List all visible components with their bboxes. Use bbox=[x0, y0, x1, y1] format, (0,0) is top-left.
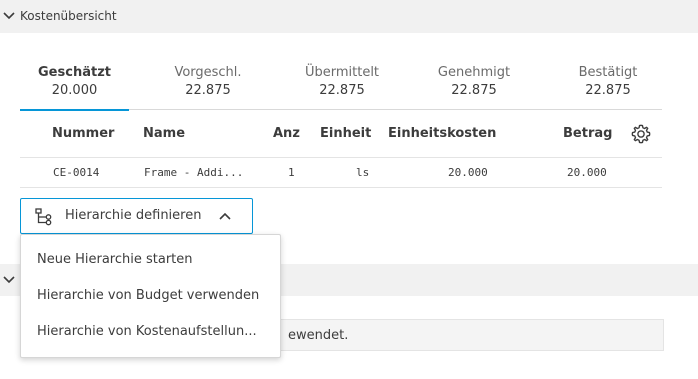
column-header-number[interactable]: Nummer bbox=[52, 126, 114, 141]
tab-label: Vorgeschl. bbox=[174, 65, 242, 80]
tab-value: 22.875 bbox=[185, 83, 231, 98]
define-hierarchy-button[interactable]: Hierarchie definieren bbox=[20, 198, 253, 234]
tab-value: 20.000 bbox=[51, 83, 98, 98]
tab-label: Geschätzt bbox=[38, 65, 111, 80]
menu-item-hierarchy-from-budget[interactable]: Hierarchie von Budget verwenden bbox=[21, 278, 280, 314]
tab-uebermittelt[interactable]: Übermittelt 22.875 bbox=[292, 62, 392, 110]
tab-value: 22.875 bbox=[451, 83, 497, 98]
column-header-name[interactable]: Name bbox=[143, 126, 185, 141]
cost-status-tabs: Geschätzt 20.000 Vorgeschl. 22.875 Überm… bbox=[20, 62, 662, 111]
cell-name: Frame - Addi... bbox=[144, 166, 244, 179]
cell-amount: 20.000 bbox=[567, 166, 607, 179]
tab-value: 22.875 bbox=[585, 83, 631, 98]
column-header-unit-cost[interactable]: Einheitskosten bbox=[388, 126, 496, 141]
tab-vorgeschlagen[interactable]: Vorgeschl. 22.875 bbox=[158, 62, 258, 110]
table-header: Nummer Name Anz Einheit Einheitskosten B… bbox=[20, 110, 662, 158]
tab-geschaetzt[interactable]: Geschätzt 20.000 bbox=[20, 62, 129, 111]
column-header-qty[interactable]: Anz bbox=[273, 126, 300, 141]
cell-unit-cost: 20.000 bbox=[448, 166, 488, 179]
chevron-up-icon bbox=[219, 212, 231, 220]
tab-label: Übermittelt bbox=[304, 65, 380, 80]
column-header-amount[interactable]: Betrag bbox=[563, 126, 612, 141]
column-header-unit[interactable]: Einheit bbox=[320, 126, 371, 141]
chevron-down-icon[interactable] bbox=[3, 275, 15, 285]
gear-icon[interactable] bbox=[630, 123, 652, 145]
info-message-text: ewendet. bbox=[288, 328, 349, 343]
tab-value: 22.875 bbox=[319, 83, 365, 98]
cost-overview-header[interactable]: Kostenübersicht bbox=[0, 0, 698, 33]
chevron-down-icon[interactable] bbox=[3, 11, 15, 21]
tab-label: Genehmigt bbox=[437, 65, 511, 80]
cell-unit: ls bbox=[356, 166, 370, 179]
menu-item-new-hierarchy[interactable]: Neue Hierarchie starten bbox=[21, 242, 280, 278]
cell-number: CE-0014 bbox=[53, 166, 100, 179]
tab-genehmigt[interactable]: Genehmigt 22.875 bbox=[424, 62, 524, 110]
tab-bestaetigt[interactable]: Bestätigt 22.875 bbox=[558, 62, 658, 110]
menu-item-hierarchy-from-cost-breakdown[interactable]: Hierarchie von Kostenaufstellun... bbox=[21, 314, 280, 350]
hierarchy-icon bbox=[35, 208, 52, 226]
cell-qty: 1 bbox=[288, 166, 295, 179]
info-message-box: ewendet. bbox=[230, 319, 664, 351]
table-row[interactable]: CE-0014 Frame - Addi... 1 ls 20.000 20.0… bbox=[20, 158, 662, 188]
hierarchy-dropdown-menu: Neue Hierarchie starten Hierarchie von B… bbox=[20, 234, 281, 358]
define-hierarchy-label: Hierarchie definieren bbox=[65, 208, 202, 223]
tab-label: Bestätigt bbox=[578, 65, 638, 80]
section-title: Kostenübersicht bbox=[20, 9, 117, 23]
